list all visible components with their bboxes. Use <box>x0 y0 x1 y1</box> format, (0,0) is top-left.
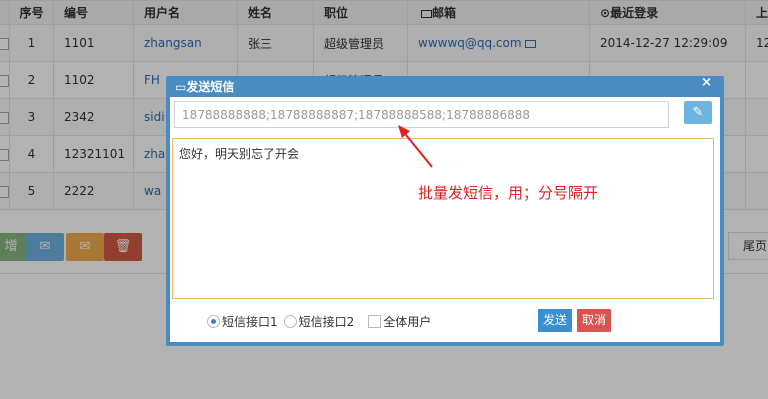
option-iface2[interactable]: 短信接口2 <box>283 313 355 330</box>
edit-icon: ✎ <box>692 105 704 120</box>
radio-iface2[interactable] <box>283 315 297 328</box>
option-all-users-label: 全体用户 <box>383 315 432 329</box>
option-all-users[interactable]: 全体用户 <box>368 313 431 330</box>
annotation-arrow <box>398 125 433 168</box>
message-textarea[interactable]: 您好，明天别忘了开会 <box>172 138 714 299</box>
send-button[interactable]: 发送 <box>538 309 572 332</box>
send-options: 短信接口1 短信接口2 全体用户 <box>207 313 431 330</box>
message-icon: ▭ <box>175 80 187 94</box>
checkbox-all-users[interactable] <box>368 315 382 328</box>
close-icon[interactable]: × <box>701 75 712 90</box>
phone-numbers-input[interactable] <box>174 101 669 128</box>
annotation-text: 批量发短信，用；分号隔开 <box>418 184 599 202</box>
radio-iface1[interactable] <box>207 315 220 328</box>
option-iface1[interactable]: 短信接口1 <box>207 313 278 330</box>
option-iface1-label: 短信接口1 <box>222 315 278 329</box>
option-iface2-label: 短信接口2 <box>298 315 355 329</box>
dialog-title: ▭发送短信 <box>175 78 234 96</box>
edit-button[interactable]: ✎ <box>684 101 712 124</box>
cancel-button[interactable]: 取消 <box>577 309 611 332</box>
dialog-title-text: 发送短信 <box>186 80 235 94</box>
dialog-body: ✎ 您好，明天别忘了开会 批量发短信，用；分号隔开 短信接口1 短信接口2 全体… <box>170 97 720 342</box>
sms-dialog: ▭发送短信 × ✎ 您好，明天别忘了开会 批量发短信，用；分号隔开 短信接口1 … <box>166 75 724 346</box>
